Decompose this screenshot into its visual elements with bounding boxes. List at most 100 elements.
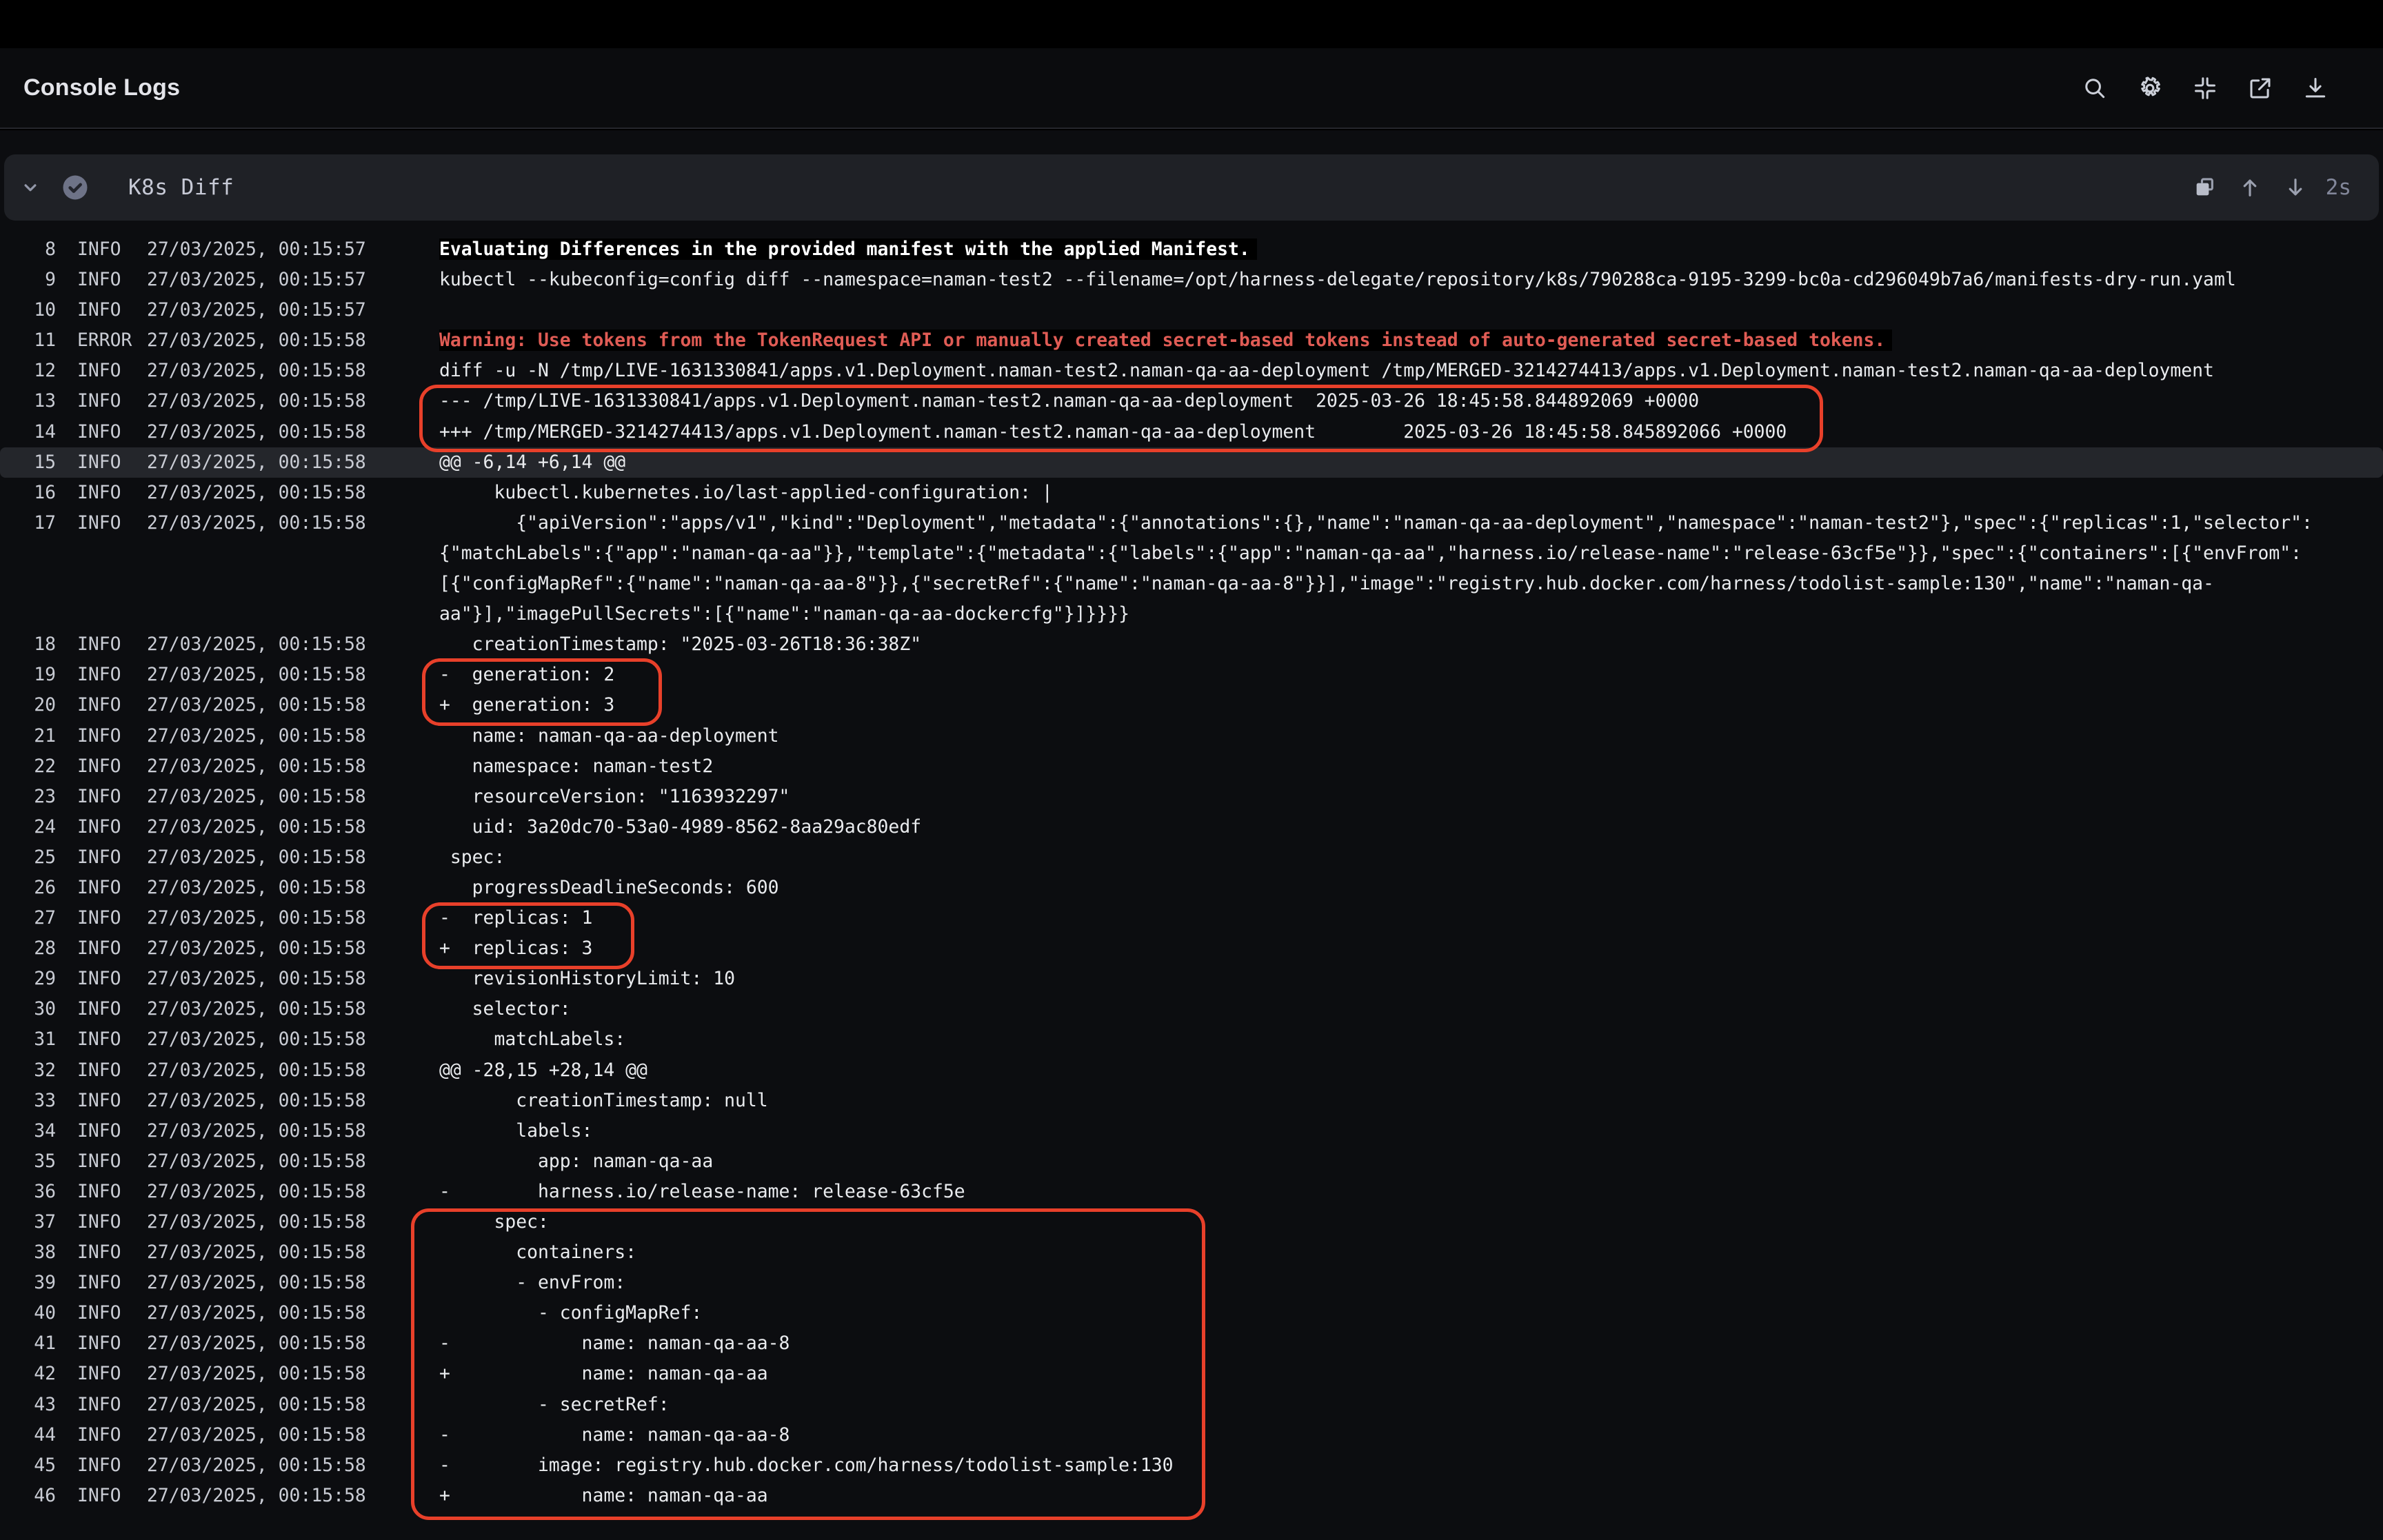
log-timestamp: 27/03/2025, 00:15:58 — [147, 1268, 439, 1298]
log-message: revisionHistoryLimit: 10 — [439, 964, 2383, 994]
log-level: INFO — [77, 1268, 147, 1298]
log-message: + name: naman-qa-aa — [439, 1359, 2383, 1389]
log-row: 23 INFO 27/03/2025, 00:15:58 resourceVer… — [0, 782, 2383, 812]
log-level: INFO — [77, 1298, 147, 1328]
line-number: 11 — [0, 325, 56, 356]
log-rows-container[interactable]: 8 INFO 27/03/2025, 00:15:57 Evaluating D… — [0, 234, 2383, 1511]
line-number: 9 — [0, 265, 56, 295]
log-row: 28 INFO 27/03/2025, 00:15:58 + replicas:… — [0, 933, 2383, 964]
log-level: INFO — [77, 234, 147, 265]
log-timestamp: 27/03/2025, 00:15:57 — [147, 234, 439, 265]
line-number: 38 — [0, 1237, 56, 1268]
line-number: 30 — [0, 994, 56, 1024]
log-row: 46 INFO 27/03/2025, 00:15:58 + name: nam… — [0, 1481, 2383, 1511]
log-level: INFO — [77, 386, 147, 416]
header-toolbar — [2080, 73, 2331, 103]
log-message: - name: naman-qa-aa-8 — [439, 1328, 2383, 1359]
log-row: 11 ERROR 27/03/2025, 00:15:58 Warning: U… — [0, 325, 2383, 356]
log-timestamp: 27/03/2025, 00:15:58 — [147, 933, 439, 964]
line-number: 22 — [0, 751, 56, 782]
log-level: ERROR — [77, 325, 147, 356]
line-number: 40 — [0, 1298, 56, 1328]
log-message: spec: — [439, 1207, 2383, 1237]
log-row: 19 INFO 27/03/2025, 00:15:58 - generatio… — [0, 660, 2383, 690]
line-number — [0, 538, 56, 569]
log-message: --- /tmp/LIVE-1631330841/apps.v1.Deploym… — [439, 386, 2383, 416]
log-row: aa"}],"imagePullSecrets":[{"name":"naman… — [0, 599, 2383, 629]
log-level: INFO — [77, 1146, 147, 1177]
log-level: INFO — [77, 842, 147, 873]
line-number: 8 — [0, 234, 56, 265]
log-row: [{"configMapRef":{"name":"naman-qa-aa-8"… — [0, 569, 2383, 599]
log-message: @@ -6,14 +6,14 @@ — [439, 447, 2383, 478]
log-level: INFO — [77, 660, 147, 690]
log-message: labels: — [439, 1116, 2383, 1146]
log-level: INFO — [77, 1420, 147, 1450]
log-level: INFO — [77, 265, 147, 295]
log-timestamp: 27/03/2025, 00:15:58 — [147, 1207, 439, 1237]
log-row: 13 INFO 27/03/2025, 00:15:58 --- /tmp/LI… — [0, 386, 2383, 416]
line-number: 35 — [0, 1146, 56, 1177]
scroll-down-icon[interactable] — [2282, 174, 2309, 201]
log-level — [77, 538, 147, 569]
log-level: INFO — [77, 751, 147, 782]
log-row: 18 INFO 27/03/2025, 00:15:58 creationTim… — [0, 629, 2383, 660]
log-message: namespace: naman-test2 — [439, 751, 2383, 782]
line-number: 45 — [0, 1450, 56, 1481]
step-section-header-k8s-diff[interactable]: K8s Diff 2s — [4, 154, 2379, 221]
log-row: 31 INFO 27/03/2025, 00:15:58 matchLabels… — [0, 1024, 2383, 1055]
line-number: 27 — [0, 903, 56, 933]
log-timestamp: 27/03/2025, 00:15:58 — [147, 1024, 439, 1055]
log-message: resourceVersion: "1163932297" — [439, 782, 2383, 812]
log-message: - envFrom: — [439, 1268, 2383, 1298]
copy-icon[interactable] — [2191, 174, 2218, 201]
log-message: [{"configMapRef":{"name":"naman-qa-aa-8"… — [439, 569, 2383, 599]
line-number: 15 — [0, 447, 56, 478]
log-timestamp: 27/03/2025, 00:15:58 — [147, 1086, 439, 1116]
log-message: - configMapRef: — [439, 1298, 2383, 1328]
line-number: 23 — [0, 782, 56, 812]
download-icon[interactable] — [2300, 73, 2331, 103]
log-level: INFO — [77, 873, 147, 903]
log-row: 22 INFO 27/03/2025, 00:15:58 namespace: … — [0, 751, 2383, 782]
line-number: 42 — [0, 1359, 56, 1389]
line-number: 19 — [0, 660, 56, 690]
log-row: 10 INFO 27/03/2025, 00:15:57 — [0, 295, 2383, 325]
search-icon[interactable] — [2080, 73, 2110, 103]
settings-gear-icon[interactable] — [2135, 73, 2165, 103]
line-number: 17 — [0, 508, 56, 538]
log-row: 34 INFO 27/03/2025, 00:15:58 labels: — [0, 1116, 2383, 1146]
log-message: creationTimestamp: "2025-03-26T18:36:38Z… — [439, 629, 2383, 660]
log-level: INFO — [77, 1116, 147, 1146]
log-level: INFO — [77, 933, 147, 964]
log-level: INFO — [77, 1450, 147, 1481]
scroll-up-icon[interactable] — [2236, 174, 2264, 201]
chevron-down-icon[interactable] — [15, 172, 46, 203]
collapse-icon[interactable] — [2190, 73, 2220, 103]
log-level: INFO — [77, 508, 147, 538]
log-message: + generation: 3 — [439, 690, 2383, 720]
log-timestamp: 27/03/2025, 00:15:58 — [147, 903, 439, 933]
line-number: 10 — [0, 295, 56, 325]
line-number: 21 — [0, 721, 56, 751]
log-row: 45 INFO 27/03/2025, 00:15:58 - image: re… — [0, 1450, 2383, 1481]
log-timestamp: 27/03/2025, 00:15:58 — [147, 478, 439, 508]
log-timestamp: 27/03/2025, 00:15:58 — [147, 751, 439, 782]
log-row: 44 INFO 27/03/2025, 00:15:58 - name: nam… — [0, 1420, 2383, 1450]
log-message: - secretRef: — [439, 1390, 2383, 1420]
line-number: 34 — [0, 1116, 56, 1146]
line-number: 25 — [0, 842, 56, 873]
log-message: - name: naman-qa-aa-8 — [439, 1420, 2383, 1450]
log-level: INFO — [77, 1359, 147, 1389]
log-message: kubectl.kubernetes.io/last-applied-confi… — [439, 478, 2383, 508]
log-level: INFO — [77, 994, 147, 1024]
log-timestamp: 27/03/2025, 00:15:58 — [147, 660, 439, 690]
log-timestamp: 27/03/2025, 00:15:58 — [147, 842, 439, 873]
log-row: 40 INFO 27/03/2025, 00:15:58 - configMap… — [0, 1298, 2383, 1328]
line-number: 43 — [0, 1390, 56, 1420]
log-timestamp: 27/03/2025, 00:15:58 — [147, 417, 439, 447]
log-timestamp: 27/03/2025, 00:15:58 — [147, 812, 439, 842]
log-timestamp: 27/03/2025, 00:15:58 — [147, 447, 439, 478]
open-in-new-window-icon[interactable] — [2245, 73, 2275, 103]
line-number: 37 — [0, 1207, 56, 1237]
